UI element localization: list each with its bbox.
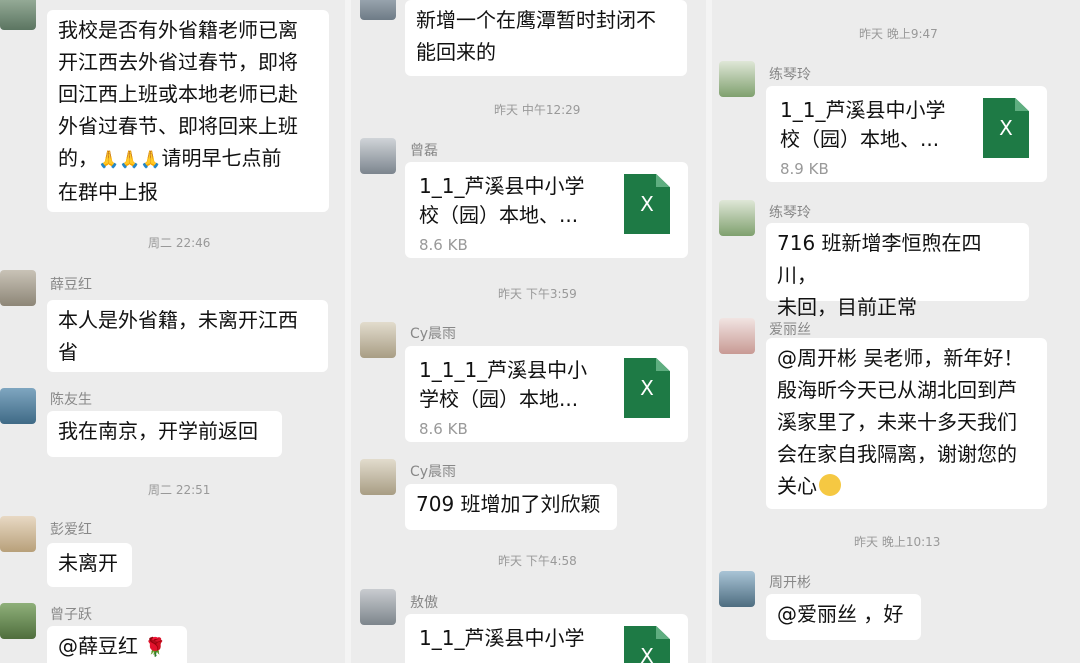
message-text: 709 班增加了刘欣颖 [416, 492, 601, 516]
sender-name: 敖傲 [410, 595, 438, 611]
avatar[interactable] [0, 270, 36, 306]
message-bubble[interactable]: 716 班新增李恒煦在四川， 未回，目前正常 [766, 223, 1029, 319]
message-bubble[interactable]: @薛豆红 🌹 [47, 626, 187, 663]
timestamp: 昨天 下午4:58 [498, 554, 577, 568]
sender-name: 曾磊 [410, 143, 438, 159]
message-line: 未回，目前正常 [777, 295, 917, 319]
avatar[interactable] [719, 200, 755, 236]
message-line: 我校是否有外省籍老师已离 [58, 18, 298, 42]
message-line: @周开彬 吴老师，新年好！ [777, 346, 1024, 370]
timestamp: 昨天 晚上10:13 [854, 535, 941, 549]
message-line: 溪家里了，未来十多天我们 [777, 410, 1017, 434]
timestamp: 昨天 晚上9:47 [859, 27, 938, 41]
message-bubble[interactable]: @周开彬 吴老师，新年好！ 殷海昕今天已从湖北回到芦 溪家里了，未来十多天我们 … [766, 338, 1047, 509]
avatar[interactable] [0, 388, 36, 424]
message-text: 未离开 [58, 551, 118, 575]
message-line: 本人是外省籍，未离开江西 [58, 308, 298, 332]
timestamp: 周二 22:51 [148, 483, 211, 497]
file-title: 1_1_芦溪县中小学 [419, 626, 585, 650]
file-size: 8.9 KB [780, 160, 829, 178]
chat-column-2: 新增一个在鹰潭暂时封闭不 能回来的 昨天 中午12:29 曾磊 1_1_芦溪县中… [352, 0, 707, 663]
file-attachment[interactable]: 1_1_1_芦溪县中小 学校（园）本地... 8.6 KB X [405, 346, 688, 442]
sender-name: 爱丽丝 [769, 322, 811, 338]
avatar[interactable] [0, 516, 36, 552]
avatar[interactable] [719, 318, 755, 354]
sender-name: 周开彬 [769, 575, 811, 591]
rose-emoji-icon: 🌹 [144, 637, 167, 658]
sender-name: 彭爱红 [50, 522, 92, 538]
avatar[interactable] [0, 0, 36, 30]
file-title: 校（园）本地、... [419, 203, 579, 227]
file-title: 学校（园）本地... [419, 387, 579, 411]
sender-name: 练琴玲 [769, 67, 811, 83]
file-size: 8.6 KB [419, 420, 468, 438]
message-bubble[interactable]: 新增一个在鹰潭暂时封闭不 能回来的 [405, 0, 687, 76]
timestamp: 周二 22:46 [148, 236, 211, 250]
message-text: @爱丽丝 ，好 [777, 602, 904, 626]
message-line: 省 [58, 340, 78, 364]
praying-hands-emoji-icon: 🙏🙏🙏 [98, 150, 162, 170]
file-title: 校（园）本地、... [780, 127, 940, 151]
message-bubble[interactable]: @爱丽丝 ，好 [766, 594, 921, 640]
avatar[interactable] [719, 61, 755, 97]
message-line: 关心 [777, 470, 1036, 502]
sender-name: 练琴玲 [769, 205, 811, 221]
avatar[interactable] [360, 322, 396, 358]
avatar[interactable] [0, 603, 36, 639]
message-line: 会在家自我隔离，谢谢您的 [777, 442, 1017, 466]
message-bubble[interactable]: 未离开 [47, 543, 132, 587]
file-attachment[interactable]: 1_1_芦溪县中小学 校（园）本地、... 8.9 KB X [766, 86, 1047, 182]
file-title: 1_1_芦溪县中小学 [780, 98, 946, 122]
message-bubble[interactable]: 我校是否有外省籍老师已离 开江西去外省过春节，即将 回江西上班或本地老师已赴 外… [47, 10, 329, 212]
avatar[interactable] [719, 571, 755, 607]
message-bubble[interactable]: 我在南京，开学前返回 [47, 411, 282, 457]
file-attachment[interactable]: 1_1_芦溪县中小学 X [405, 614, 688, 663]
sender-name: 薛豆红 [50, 277, 92, 293]
message-line: 在群中上报 [58, 180, 158, 204]
smile-emoji-icon [819, 474, 841, 496]
message-line: 新增一个在鹰潭暂时封闭不 [416, 8, 656, 32]
file-title: 1_1_1_芦溪县中小 [419, 358, 588, 382]
timestamp: 昨天 下午3:59 [498, 287, 577, 301]
timestamp: 昨天 中午12:29 [494, 103, 581, 117]
avatar[interactable] [360, 589, 396, 625]
chat-column-1: 我校是否有外省籍老师已离 开江西去外省过春节，即将 回江西上班或本地老师已赴 外… [0, 0, 345, 663]
message-line: 开江西去外省过春节，即将 [58, 50, 298, 74]
message-line: 回江西上班或本地老师已赴 [58, 82, 298, 106]
message-line: 外省过春节、即将回来上班 [58, 114, 298, 138]
message-text: @薛豆红 [58, 634, 138, 658]
sender-name: 曾子跃 [50, 607, 92, 623]
excel-file-icon: X [983, 98, 1029, 158]
avatar[interactable] [360, 138, 396, 174]
file-size: 8.6 KB [419, 236, 468, 254]
sender-name: Cy晨雨 [410, 326, 457, 342]
file-title: 1_1_芦溪县中小学 [419, 174, 585, 198]
excel-file-icon: X [624, 626, 670, 663]
column-divider [345, 0, 351, 663]
message-bubble[interactable]: 本人是外省籍，未离开江西 省 [47, 300, 328, 372]
message-bubble[interactable]: 709 班增加了刘欣颖 [405, 484, 617, 530]
file-attachment[interactable]: 1_1_芦溪县中小学 校（园）本地、... 8.6 KB X [405, 162, 688, 258]
excel-file-icon: X [624, 174, 670, 234]
sender-name: Cy晨雨 [410, 464, 457, 480]
message-line: 716 班新增李恒煦在四川， [777, 231, 982, 287]
excel-file-icon: X [624, 358, 670, 418]
message-line: 能回来的 [416, 40, 496, 64]
chat-column-3: 昨天 晚上9:47 练琴玲 1_1_芦溪县中小学 校（园）本地、... 8.9 … [712, 0, 1080, 663]
avatar[interactable] [360, 459, 396, 495]
avatar[interactable] [360, 0, 396, 20]
message-line: 的，🙏🙏🙏请明早七点前 [58, 146, 282, 170]
message-line: 殷海昕今天已从湖北回到芦 [777, 378, 1017, 402]
message-text: 我在南京，开学前返回 [58, 419, 258, 443]
sender-name: 陈友生 [50, 392, 92, 408]
